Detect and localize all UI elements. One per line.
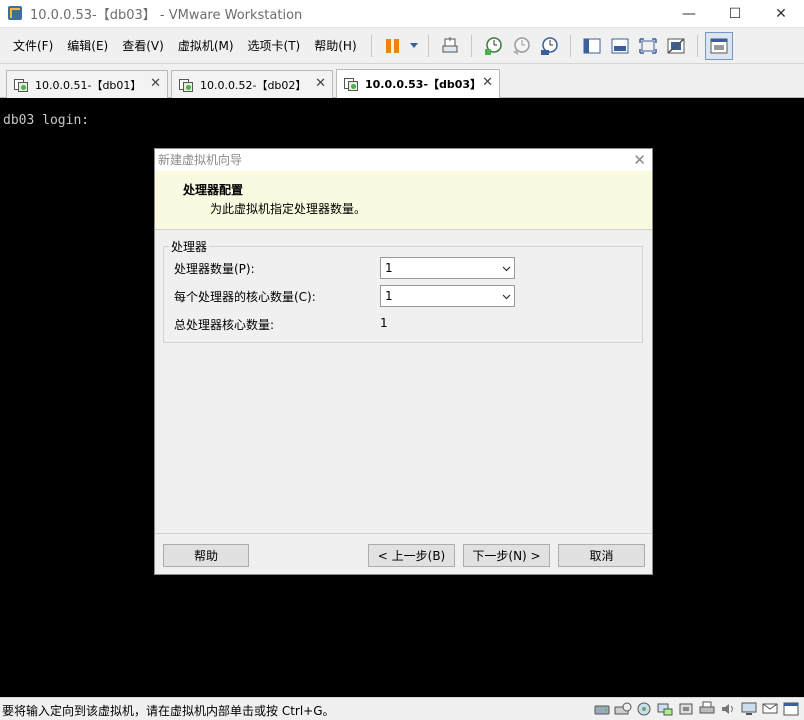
dialog-title: 新建虚拟机向导 xyxy=(158,153,243,167)
minimize-button[interactable]: — xyxy=(666,0,712,28)
dialog-close-icon[interactable]: ✕ xyxy=(633,149,646,171)
new-vm-wizard-dialog: 新建虚拟机向导 ✕ 处理器配置 为此虚拟机指定处理器数量。 处理器 处理器数量(… xyxy=(154,148,653,575)
device-status-icons xyxy=(593,701,800,717)
display-icon[interactable] xyxy=(740,701,758,717)
dialog-footer: 帮助 < 上一步(B) 下一步(N) > 取消 xyxy=(155,533,652,574)
menu-vm[interactable]: 虚拟机(M) xyxy=(171,35,241,57)
close-tab-icon[interactable]: ✕ xyxy=(315,76,326,91)
tab-db03[interactable]: 10.0.0.53-【db03】 ✕ xyxy=(336,69,500,98)
snapshot-take-icon[interactable] xyxy=(479,32,507,60)
menu-file[interactable]: 文件(F) xyxy=(6,35,60,57)
menu-tabs[interactable]: 选项卡(T) xyxy=(241,35,308,57)
tab-db02[interactable]: 10.0.0.52-【db02】 ✕ xyxy=(171,70,333,98)
vm-tab-icon xyxy=(178,77,194,93)
next-button[interactable]: 下一步(N) > xyxy=(463,544,550,567)
processor-group-label: 处理器 xyxy=(169,238,210,255)
window-title: 10.0.0.53-【db03】 - VMware Workstation xyxy=(30,8,303,23)
tab-label: 10.0.0.53-【db03】 xyxy=(365,78,482,91)
tab-label: 10.0.0.52-【db02】 xyxy=(200,78,307,92)
console-login-prompt: db03 login: xyxy=(3,113,90,128)
chevron-down-icon xyxy=(502,294,511,300)
snapshot-revert-icon[interactable] xyxy=(507,32,535,60)
vm-tab-icon xyxy=(343,76,359,92)
snapshot-manager-icon[interactable] xyxy=(535,32,563,60)
menu-toolbar: 文件(F) 编辑(E) 查看(V) 虚拟机(M) 选项卡(T) 帮助(H) xyxy=(0,28,804,64)
processor-count-value: 1 xyxy=(385,261,393,275)
menu-help[interactable]: 帮助(H) xyxy=(307,35,363,57)
toolbar-separator xyxy=(569,34,571,57)
close-tab-icon[interactable]: ✕ xyxy=(150,76,161,91)
vm-tab-icon xyxy=(13,77,29,93)
processor-count-label: 处理器数量(P): xyxy=(174,262,255,276)
fullscreen-icon[interactable] xyxy=(634,32,662,60)
thumbnail-view-icon[interactable] xyxy=(704,31,733,60)
dialog-subheading: 为此虚拟机指定处理器数量。 xyxy=(210,202,367,216)
cd-rom-icon[interactable] xyxy=(614,701,632,717)
vm-tab-bar: 10.0.0.51-【db01】 ✕ 10.0.0.52-【db02】 ✕ 10… xyxy=(0,64,804,98)
sound-icon[interactable] xyxy=(719,701,737,717)
send-keys-icon[interactable] xyxy=(436,32,464,60)
usb-icon[interactable] xyxy=(677,701,695,717)
toolbar-separator xyxy=(696,34,698,57)
console-view-icon[interactable] xyxy=(606,32,634,60)
toolbar-separator xyxy=(470,34,472,57)
cores-per-processor-select[interactable]: 1 xyxy=(380,285,515,307)
sidebar-toggle-icon[interactable] xyxy=(578,32,606,60)
total-cores-label: 总处理器核心数量: xyxy=(174,318,275,332)
tab-label: 10.0.0.51-【db01】 xyxy=(35,78,142,92)
chevron-down-icon xyxy=(502,266,511,272)
total-cores-value: 1 xyxy=(380,316,388,330)
maximize-button[interactable]: ☐ xyxy=(712,0,758,28)
network-icon[interactable] xyxy=(635,701,653,717)
cores-per-processor-label: 每个处理器的核心数量(C): xyxy=(174,290,316,304)
message-icon[interactable] xyxy=(761,701,779,717)
vmware-app-icon xyxy=(8,5,24,22)
dialog-title-bar: 新建虚拟机向导 ✕ xyxy=(155,149,652,171)
tab-db01[interactable]: 10.0.0.51-【db01】 ✕ xyxy=(6,70,168,98)
title-bar: 10.0.0.53-【db03】 - VMware Workstation — … xyxy=(0,0,804,28)
status-bar: 要将输入定向到该虚拟机，请在虚拟机内部单击或按 Ctrl+G。 xyxy=(0,697,804,720)
printer-icon[interactable] xyxy=(698,701,716,717)
cores-per-processor-value: 1 xyxy=(385,289,393,303)
unity-icon[interactable] xyxy=(662,32,690,60)
pause-icon[interactable] xyxy=(379,32,407,60)
close-tab-icon[interactable]: ✕ xyxy=(482,75,493,90)
close-window-button[interactable]: ✕ xyxy=(758,0,804,28)
processor-count-select[interactable]: 1 xyxy=(380,257,515,279)
status-message: 要将输入定向到该虚拟机，请在虚拟机内部单击或按 Ctrl+G。 xyxy=(2,704,335,718)
network-adapter-icon[interactable] xyxy=(656,701,674,717)
menu-view[interactable]: 查看(V) xyxy=(115,35,171,57)
dialog-header: 处理器配置 为此虚拟机指定处理器数量。 xyxy=(155,171,652,230)
fullscreen-toggle-icon[interactable] xyxy=(782,701,800,717)
back-button[interactable]: < 上一步(B) xyxy=(368,544,455,567)
processor-groupbox: 处理器 处理器数量(P): 1 每个处理器的核心数量(C): 1 总处理器核心数… xyxy=(163,238,643,343)
menu-edit[interactable]: 编辑(E) xyxy=(60,35,115,57)
help-button[interactable]: 帮助 xyxy=(163,544,249,567)
hard-disk-icon[interactable] xyxy=(593,701,611,717)
cancel-button[interactable]: 取消 xyxy=(558,544,645,567)
toolbar-separator xyxy=(370,34,372,57)
dialog-heading: 处理器配置 xyxy=(183,183,244,197)
toolbar-separator xyxy=(427,34,429,57)
power-dropdown-arrow-icon[interactable] xyxy=(407,32,421,60)
